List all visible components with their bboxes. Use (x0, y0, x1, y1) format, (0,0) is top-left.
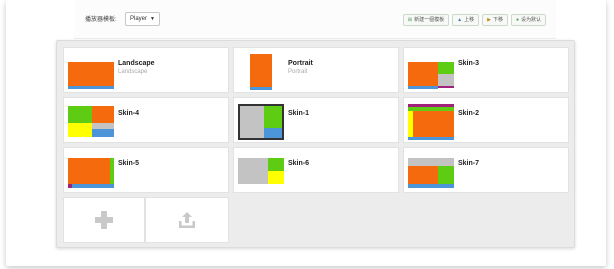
skin-card-skin-2[interactable]: Skin-2 (403, 97, 569, 143)
skin-card-landscape[interactable]: Landscape Landscape (63, 47, 229, 93)
skin-title: Skin-5 (118, 160, 140, 167)
skin-title: Landscape (118, 60, 155, 67)
skin-thumbnail (68, 154, 114, 190)
skin-thumbnail (68, 54, 114, 90)
skin-title: Skin-3 (458, 60, 480, 67)
check-icon: ● (515, 17, 519, 23)
set-default-label: 设为默认 (520, 17, 541, 23)
move-down-button[interactable]: ▶ 下移 (482, 14, 508, 26)
set-default-button[interactable]: ● 设为默认 (510, 14, 546, 26)
skin-card-skin-6[interactable]: Skin-6 (233, 147, 399, 193)
skin-card-skin-3[interactable]: Skin-3 (403, 47, 569, 93)
down-arrow-icon: ▶ (487, 17, 491, 23)
up-arrow-icon: ▲ (457, 17, 463, 23)
move-up-label: 上移 (464, 17, 475, 23)
skin-title: Skin-6 (288, 160, 310, 167)
skin-grid: Landscape Landscape Portrait Portrait Sk… (56, 40, 575, 248)
move-down-label: 下移 (492, 17, 503, 23)
app-window: 播放器模板: Player ▼ ⊞ 新建一個模板 ▲ 上移 ▶ 下移 ● 设为默… (6, 0, 606, 266)
toolbar-actions: ⊞ 新建一個模板 ▲ 上移 ▶ 下移 ● 设为默认 (402, 14, 546, 26)
skin-subtitle: Portrait (288, 69, 308, 75)
skin-card-skin-4[interactable]: Skin-4 (63, 97, 229, 143)
toolbar: 播放器模板: Player ▼ ⊞ 新建一個模板 ▲ 上移 ▶ 下移 ● 设为默… (74, 0, 556, 39)
new-template-button[interactable]: ⊞ 新建一個模板 (402, 14, 450, 26)
chevron-down-icon: ▼ (150, 16, 155, 22)
skin-card-portrait[interactable]: Portrait Portrait (233, 47, 399, 93)
skin-thumbnail (238, 54, 284, 90)
skin-card-skin-1[interactable]: Skin-1 (233, 97, 399, 143)
new-template-label: 新建一個模板 (414, 17, 445, 23)
skin-card-skin-7[interactable]: Skin-7 (403, 147, 569, 193)
upload-icon (179, 212, 195, 228)
skin-thumbnail (408, 54, 454, 90)
move-up-button[interactable]: ▲ 上移 (452, 14, 480, 26)
skin-thumbnail (408, 104, 454, 140)
skin-thumbnail (408, 154, 454, 190)
skin-subtitle: Landscape (118, 69, 148, 75)
skin-card-skin-5[interactable]: Skin-5 (63, 147, 229, 193)
skin-thumbnail (68, 104, 114, 140)
skin-thumbnail (238, 154, 284, 190)
add-skin-button[interactable] (63, 197, 145, 243)
player-select[interactable]: Player ▼ (125, 12, 160, 26)
skin-title: Skin-1 (288, 110, 310, 117)
plus-square-icon: ⊞ (407, 17, 413, 23)
upload-skin-button[interactable] (145, 197, 229, 243)
template-label: 播放器模板: (85, 17, 117, 23)
skin-title: Portrait (288, 60, 313, 67)
skin-title: Skin-4 (118, 110, 140, 117)
plus-icon (95, 211, 113, 229)
skin-thumbnail (238, 104, 284, 140)
skin-title: Skin-2 (458, 110, 480, 117)
player-select-value: Player (130, 16, 148, 22)
skin-title: Skin-7 (458, 160, 480, 167)
